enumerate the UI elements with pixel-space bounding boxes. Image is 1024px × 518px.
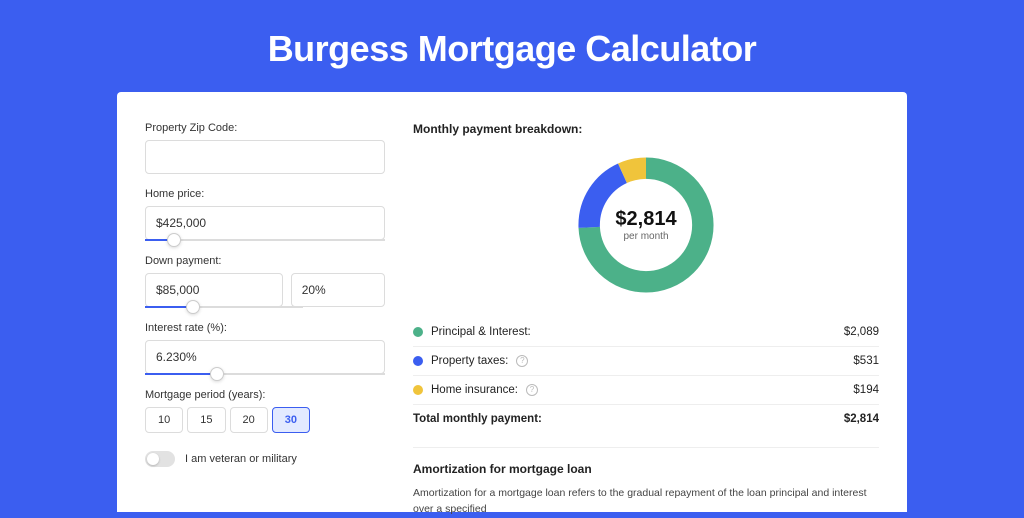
veteran-toggle[interactable] — [145, 451, 175, 467]
amortization-body: Amortization for a mortgage loan refers … — [413, 486, 879, 518]
amortization-title: Amortization for mortgage loan — [413, 462, 879, 476]
down-payment-slider[interactable] — [145, 306, 303, 308]
total-value: $2,814 — [844, 413, 879, 425]
donut-center: $2,814 per month — [571, 150, 721, 300]
down-payment-label: Down payment: — [145, 255, 385, 267]
donut-wrap: $2,814 per month — [413, 150, 879, 300]
slider-thumb[interactable] — [210, 367, 224, 381]
period-group: 10 15 20 30 — [145, 407, 385, 433]
home-price-slider[interactable] — [145, 239, 385, 241]
legend-row-taxes: Property taxes: ? $531 — [413, 347, 879, 376]
info-icon[interactable]: ? — [526, 384, 538, 396]
down-payment-field: Down payment: — [145, 255, 385, 308]
period-label: Mortgage period (years): — [145, 389, 385, 401]
period-btn-15[interactable]: 15 — [187, 407, 225, 433]
period-btn-10[interactable]: 10 — [145, 407, 183, 433]
period-field: Mortgage period (years): 10 15 20 30 — [145, 389, 385, 433]
donut-chart: $2,814 per month — [571, 150, 721, 300]
interest-input[interactable] — [145, 340, 385, 374]
zip-field: Property Zip Code: — [145, 122, 385, 174]
legend-row-principal: Principal & Interest: $2,089 — [413, 318, 879, 347]
calculator-card: Property Zip Code: Home price: Down paym… — [117, 92, 907, 512]
page-title: Burgess Mortgage Calculator — [0, 0, 1024, 92]
veteran-row: I am veteran or military — [145, 451, 385, 467]
interest-field: Interest rate (%): — [145, 322, 385, 375]
breakdown-title: Monthly payment breakdown: — [413, 122, 879, 136]
donut-sub: per month — [623, 231, 668, 242]
legend-label: Property taxes: — [431, 355, 508, 367]
info-icon[interactable]: ? — [516, 355, 528, 367]
home-price-input[interactable] — [145, 206, 385, 240]
interest-slider[interactable] — [145, 373, 385, 375]
legend-row-total: Total monthly payment: $2,814 — [413, 405, 879, 433]
slider-thumb[interactable] — [167, 233, 181, 247]
legend-value: $194 — [853, 384, 879, 396]
swatch-yellow — [413, 385, 423, 395]
legend-value: $2,089 — [844, 326, 879, 338]
down-payment-input[interactable] — [145, 273, 283, 307]
donut-value: $2,814 — [615, 208, 676, 231]
legend-value: $531 — [853, 355, 879, 367]
period-btn-20[interactable]: 20 — [230, 407, 268, 433]
home-price-label: Home price: — [145, 188, 385, 200]
slider-thumb[interactable] — [186, 300, 200, 314]
legend-row-insurance: Home insurance: ? $194 — [413, 376, 879, 405]
total-label: Total monthly payment: — [413, 413, 542, 425]
veteran-label: I am veteran or military — [185, 453, 297, 465]
zip-input[interactable] — [145, 140, 385, 174]
down-payment-pct-input[interactable] — [291, 273, 385, 307]
interest-label: Interest rate (%): — [145, 322, 385, 334]
swatch-blue — [413, 356, 423, 366]
legend-label: Principal & Interest: — [431, 326, 531, 338]
home-price-field: Home price: — [145, 188, 385, 241]
swatch-green — [413, 327, 423, 337]
amortization-section: Amortization for mortgage loan Amortizat… — [413, 447, 879, 518]
inputs-panel: Property Zip Code: Home price: Down paym… — [145, 122, 385, 512]
period-btn-30[interactable]: 30 — [272, 407, 310, 433]
zip-label: Property Zip Code: — [145, 122, 385, 134]
breakdown-panel: Monthly payment breakdown: $2,814 per mo… — [413, 122, 879, 512]
legend-label: Home insurance: — [431, 384, 518, 396]
